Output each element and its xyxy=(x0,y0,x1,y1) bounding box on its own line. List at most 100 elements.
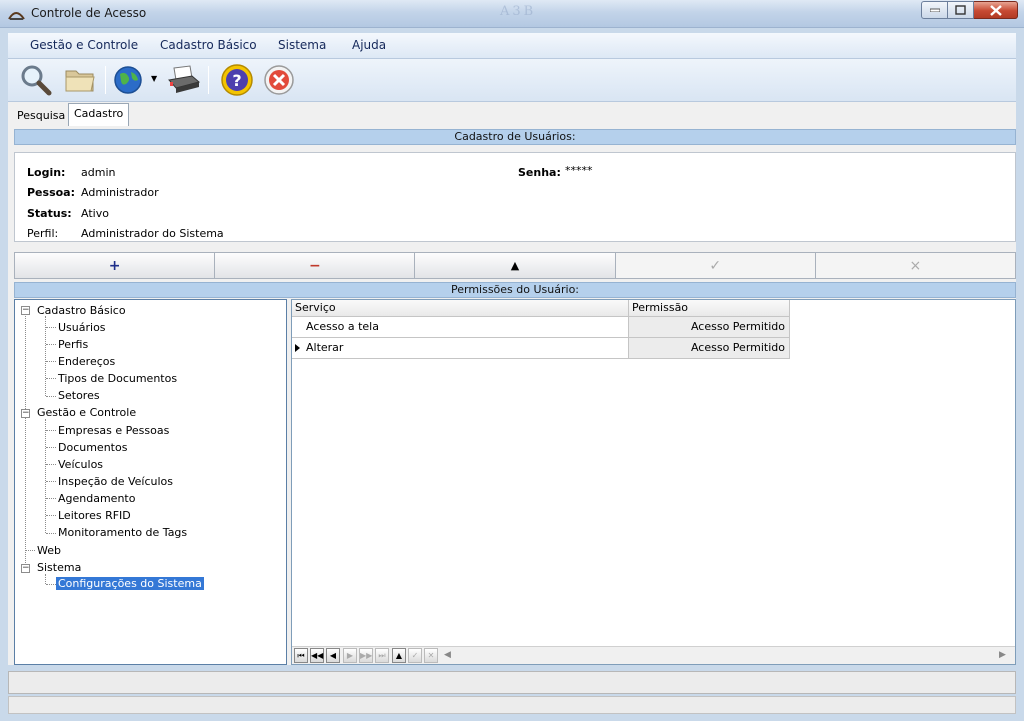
client-area: Pesquisa Cadastro Cadastro de Usuários: … xyxy=(8,102,1017,665)
close-icon xyxy=(989,4,1002,16)
tab-strip: Pesquisa Cadastro xyxy=(8,102,1016,126)
tree-item-monitoramento-tags[interactable]: Monitoramento de Tags xyxy=(58,526,187,539)
scroll-right-icon[interactable]: ▶ xyxy=(999,650,1006,660)
minimize-icon xyxy=(929,8,940,12)
add-button[interactable]: + xyxy=(14,252,216,279)
folder-icon xyxy=(65,70,95,92)
current-row-icon xyxy=(295,344,300,352)
permissions-tree[interactable]: − Cadastro Básico Usuários Perfis Endere… xyxy=(14,299,287,665)
tree-item-setores[interactable]: Setores xyxy=(58,389,100,402)
table-row[interactable]: Alterar xyxy=(292,338,629,359)
header-band: Cadastro de Usuários: xyxy=(14,129,1016,145)
cancel-record-icon[interactable]: ✕ xyxy=(424,648,438,663)
column-header-permissao[interactable]: Permissão xyxy=(629,300,790,317)
scroll-left-icon[interactable]: ◀ xyxy=(444,650,451,660)
permissions-band: Permissões do Usuário: xyxy=(14,282,1016,298)
minimize-button[interactable] xyxy=(921,1,948,19)
tree-item-enderecos[interactable]: Endereços xyxy=(58,355,115,368)
tree-item-leitores-rfid[interactable]: Leitores RFID xyxy=(58,509,131,522)
tree-item-agendamento[interactable]: Agendamento xyxy=(58,492,135,505)
globe-icon xyxy=(114,66,142,94)
grid-navigator: ⏮ ◀◀ ◀ ▶ ▶▶ ⏭ ▲ ✓ ✕ ◀ ▶ xyxy=(292,646,1015,664)
login-label: Login: xyxy=(27,166,66,179)
tree-item-perfis[interactable]: Perfis xyxy=(58,338,88,351)
tree-item-configuracoes-sistema[interactable]: Configurações do Sistema xyxy=(56,577,204,590)
help-icon: ? xyxy=(221,64,253,96)
svg-text:?: ? xyxy=(232,71,241,90)
perfil-label: Perfil: xyxy=(27,227,59,240)
collapse-toggle[interactable]: − xyxy=(21,564,30,573)
tab-pesquisa-label: Pesquisa xyxy=(17,109,66,122)
delete-button[interactable]: − xyxy=(214,252,416,279)
title-decoration: A3B xyxy=(500,4,537,19)
menu-bar: Gestão e Controle Cadastro Básico Sistem… xyxy=(8,33,1016,59)
tab-pesquisa[interactable]: Pesquisa xyxy=(12,106,70,126)
search-button[interactable] xyxy=(18,63,54,97)
senha-value: ***** xyxy=(565,164,593,177)
exit-icon xyxy=(264,65,294,95)
tab-cadastro-label: Cadastro xyxy=(74,107,124,120)
status-value: Ativo xyxy=(81,207,109,220)
permissions-grid: Serviço Permissão Acesso a tela Acesso P… xyxy=(291,299,1016,665)
servico-cell: Alterar xyxy=(306,341,344,354)
prior-record-icon[interactable]: ◀ xyxy=(326,648,340,663)
next-page-icon[interactable]: ▶▶ xyxy=(359,648,373,663)
tree-item-usuarios[interactable]: Usuários xyxy=(58,321,106,334)
tab-cadastro[interactable]: Cadastro xyxy=(68,103,130,126)
globe-button[interactable] xyxy=(111,63,147,97)
menu-sistema[interactable]: Sistema xyxy=(278,38,326,52)
first-record-icon[interactable]: ⏮ xyxy=(294,648,308,663)
edit-button[interactable]: ▲ xyxy=(414,252,616,279)
help-button[interactable]: ? xyxy=(219,63,255,97)
permissao-cell[interactable]: Acesso Permitido xyxy=(629,338,790,359)
collapse-toggle[interactable]: − xyxy=(21,409,30,418)
tree-item-tipos-documentos[interactable]: Tipos de Documentos xyxy=(58,372,177,385)
tree-item-empresas-pessoas[interactable]: Empresas e Pessoas xyxy=(58,424,169,437)
toolbar: ▼ ? xyxy=(8,59,1016,102)
collapse-toggle[interactable]: − xyxy=(21,306,30,315)
edit-record-icon[interactable]: ▲ xyxy=(392,648,406,663)
chevron-down-icon[interactable]: ▼ xyxy=(151,74,157,83)
tree-item-web[interactable]: Web xyxy=(37,544,61,557)
confirm-button[interactable]: ✓ xyxy=(614,252,816,279)
table-row[interactable]: Acesso a tela xyxy=(292,317,629,338)
status-bar xyxy=(8,671,1016,694)
tree-group-sistema[interactable]: Sistema xyxy=(37,561,81,574)
login-value: admin xyxy=(81,166,116,179)
action-bar: + − ▲ ✓ × xyxy=(14,252,1017,279)
exit-button[interactable] xyxy=(261,63,297,97)
tree-group-cadastro-basico[interactable]: Cadastro Básico xyxy=(37,304,126,317)
search-icon xyxy=(21,65,52,96)
user-info-panel: Login: admin Senha: ***** Pessoa: Admini… xyxy=(14,152,1016,242)
post-record-icon[interactable]: ✓ xyxy=(408,648,422,663)
maximize-icon xyxy=(955,5,966,15)
menu-gestao-controle[interactable]: Gestão e Controle xyxy=(30,38,138,52)
pessoa-value: Administrador xyxy=(81,186,159,199)
cancel-button[interactable]: × xyxy=(814,252,1017,279)
column-header-servico[interactable]: Serviço xyxy=(292,300,629,317)
permissao-cell[interactable]: Acesso Permitido xyxy=(629,317,790,338)
last-record-icon[interactable]: ⏭ xyxy=(375,648,389,663)
open-button[interactable] xyxy=(62,63,98,97)
next-record-icon[interactable]: ▶ xyxy=(343,648,357,663)
close-button[interactable] xyxy=(974,1,1018,19)
status-label: Status: xyxy=(27,207,72,220)
menu-cadastro-basico[interactable]: Cadastro Básico xyxy=(160,38,257,52)
prior-page-icon[interactable]: ◀◀ xyxy=(310,648,324,663)
print-button[interactable] xyxy=(166,63,202,97)
perfil-value: Administrador do Sistema xyxy=(81,227,224,240)
app-icon xyxy=(8,12,25,20)
tree-item-veiculos[interactable]: Veículos xyxy=(58,458,103,471)
maximize-button[interactable] xyxy=(948,1,974,19)
senha-label: Senha: xyxy=(518,166,561,179)
servico-cell: Acesso a tela xyxy=(306,320,379,333)
menu-ajuda[interactable]: Ajuda xyxy=(352,38,386,52)
title-bar: Controle de Acesso A3B xyxy=(0,0,1024,28)
tree-item-documentos[interactable]: Documentos xyxy=(58,441,127,454)
tree-group-gestao-controle[interactable]: Gestão e Controle xyxy=(37,406,136,419)
pessoa-label: Pessoa: xyxy=(27,186,75,199)
window-title: Controle de Acesso xyxy=(31,6,147,20)
tree-item-inspecao-veiculos[interactable]: Inspeção de Veículos xyxy=(58,475,173,488)
status-bar-secondary xyxy=(8,696,1016,714)
printer-icon xyxy=(168,65,201,93)
